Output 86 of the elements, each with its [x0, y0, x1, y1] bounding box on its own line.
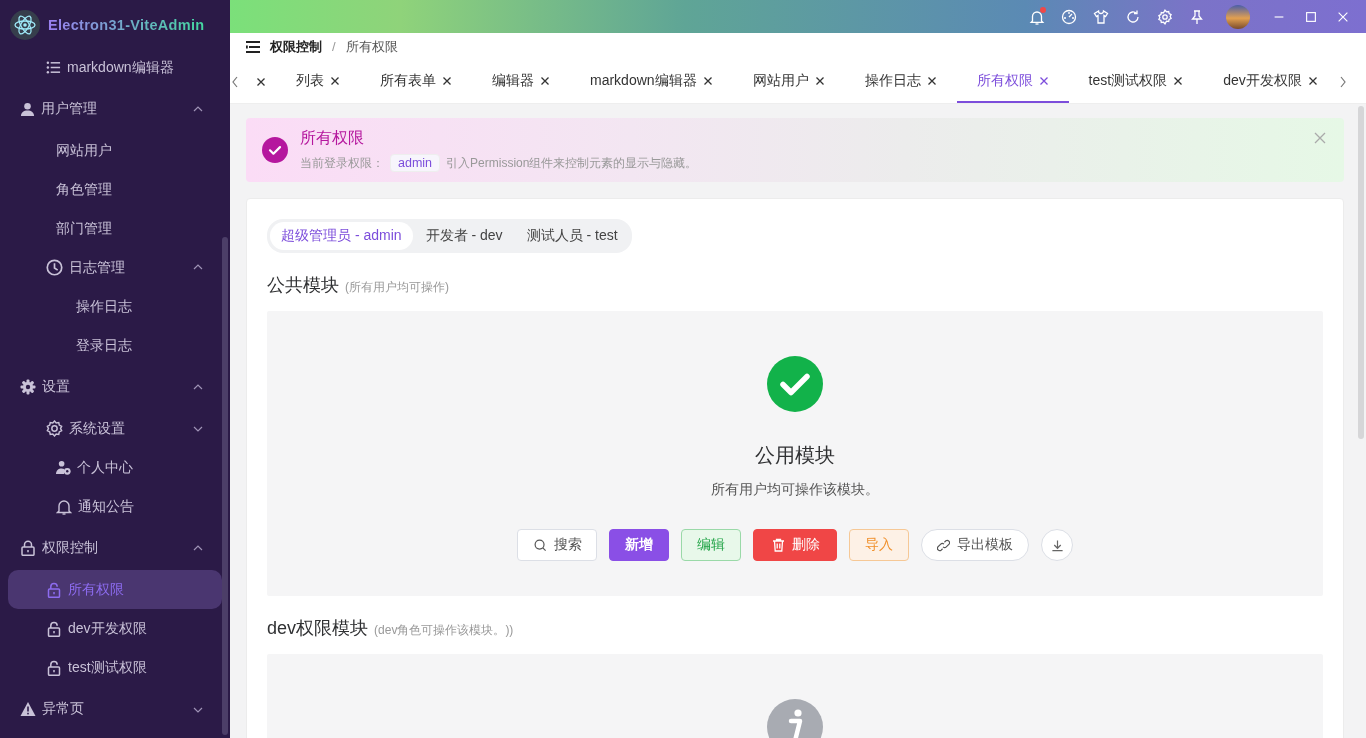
- section-title: dev权限模块: [267, 617, 369, 640]
- tab[interactable]: 网站用户: [732, 60, 845, 103]
- close-icon[interactable]: [814, 75, 825, 86]
- sidebar-item[interactable]: 个人中心: [8, 448, 222, 487]
- avatar[interactable]: [1226, 4, 1250, 29]
- export-template-button[interactable]: 导出模板: [921, 529, 1029, 561]
- notification-bell-icon[interactable]: [1028, 7, 1046, 26]
- tab[interactable]: dev开发权限: [1203, 60, 1338, 103]
- shirt-icon[interactable]: [1092, 7, 1110, 26]
- close-icon[interactable]: [1038, 75, 1049, 86]
- add-button[interactable]: 新增: [609, 529, 669, 561]
- sidebar-item[interactable]: 权限控制: [0, 526, 222, 570]
- search-icon: [534, 538, 547, 552]
- bell-icon: [56, 498, 72, 515]
- section-note: (dev角色可操作该模块。)): [374, 622, 514, 639]
- alert-label: 当前登录权限：: [300, 154, 384, 172]
- settings-icon: [46, 420, 63, 437]
- section-note: (所有用户均可操作): [345, 279, 449, 296]
- tab[interactable]: markdown编辑器: [570, 60, 733, 103]
- warning-icon: [20, 701, 36, 717]
- user-icon: [20, 101, 35, 117]
- sidebar-item[interactable]: test测试权限: [8, 648, 222, 687]
- sidebar-item[interactable]: 异常页: [0, 687, 222, 731]
- sidebar-item[interactable]: 网站用户: [8, 131, 222, 170]
- close-icon[interactable]: [330, 75, 340, 86]
- close-icon[interactable]: [1173, 75, 1184, 86]
- sidebar-item[interactable]: dev开发权限: [8, 609, 222, 648]
- sidebar-item[interactable]: 通知公告: [8, 487, 222, 526]
- tab[interactable]: 列表: [276, 60, 360, 103]
- section-title: 公共模块: [267, 274, 339, 297]
- close-icon[interactable]: [442, 75, 452, 86]
- close-icon[interactable]: [1307, 75, 1318, 86]
- settings-icon[interactable]: [1156, 7, 1174, 26]
- sidebar-item[interactable]: 设置: [0, 365, 222, 409]
- link-icon: [937, 538, 950, 552]
- trash-icon: [772, 538, 785, 552]
- result-title: 公用模块: [755, 443, 835, 468]
- sidebar-item[interactable]: 操作日志: [8, 287, 222, 326]
- tab[interactable]: 编辑器: [472, 60, 570, 103]
- alert-title: 所有权限: [300, 128, 365, 148]
- role-tag: admin: [390, 154, 441, 172]
- download-button[interactable]: [1041, 529, 1073, 561]
- clock-icon: [46, 259, 63, 276]
- role-option[interactable]: 超级管理员 - admin: [270, 222, 413, 250]
- unlock-icon: [46, 581, 62, 598]
- role-option[interactable]: 开发者 - dev: [414, 222, 514, 250]
- list-icon: [46, 60, 61, 75]
- close-icon[interactable]: [540, 75, 550, 86]
- electron-logo-icon: [10, 10, 40, 40]
- user-gear-icon: [56, 460, 71, 475]
- breadcrumb-item[interactable]: 权限控制: [270, 37, 322, 56]
- close-icon[interactable]: [926, 75, 937, 86]
- scrollbar[interactable]: [1358, 106, 1364, 439]
- app-title: Electron31-ViteAdmin: [48, 17, 205, 33]
- sidebar-item[interactable]: 用户管理: [0, 87, 222, 131]
- unlock-icon: [46, 620, 62, 637]
- tab[interactable]: 操作日志: [844, 60, 957, 103]
- chevron-right-icon: [1338, 75, 1347, 88]
- alert-description: 引入Permission组件来控制元素的显示与隐藏。: [446, 154, 698, 172]
- close-icon[interactable]: [256, 76, 266, 87]
- sidebar-item[interactable]: 角色管理: [8, 170, 222, 209]
- sidebar-item[interactable]: markdown编辑器: [8, 48, 222, 87]
- pin-icon[interactable]: [1188, 7, 1206, 26]
- tab[interactable]: 所有表单: [360, 60, 472, 103]
- dashboard-icon[interactable]: [1060, 7, 1078, 26]
- breadcrumb-separator: /: [332, 39, 336, 54]
- download-icon: [1050, 538, 1064, 552]
- sidebar-item[interactable]: 系统设置: [8, 409, 222, 448]
- chevron-left-icon: [231, 75, 239, 88]
- role-option[interactable]: 测试人员 - test: [515, 222, 629, 250]
- success-icon: [767, 356, 823, 412]
- close-icon[interactable]: [702, 75, 713, 86]
- menu-icon[interactable]: [246, 40, 260, 53]
- gear-icon: [20, 379, 36, 395]
- success-icon: [262, 137, 288, 163]
- unlock-icon: [46, 659, 62, 676]
- search-button[interactable]: 搜索: [517, 529, 597, 561]
- sidebar-item[interactable]: 部门管理: [8, 209, 222, 248]
- lock-icon: [20, 540, 36, 556]
- tab[interactable]: test测试权限: [1068, 60, 1204, 103]
- delete-button[interactable]: 删除: [753, 529, 837, 561]
- result-subtitle: 所有用户均可操作该模块。: [711, 481, 879, 499]
- scrollbar[interactable]: [222, 237, 228, 735]
- breadcrumb-item[interactable]: 所有权限: [345, 37, 398, 56]
- sidebar-item[interactable]: 日志管理: [8, 248, 222, 287]
- sidebar-item[interactable]: 登录日志: [8, 326, 222, 365]
